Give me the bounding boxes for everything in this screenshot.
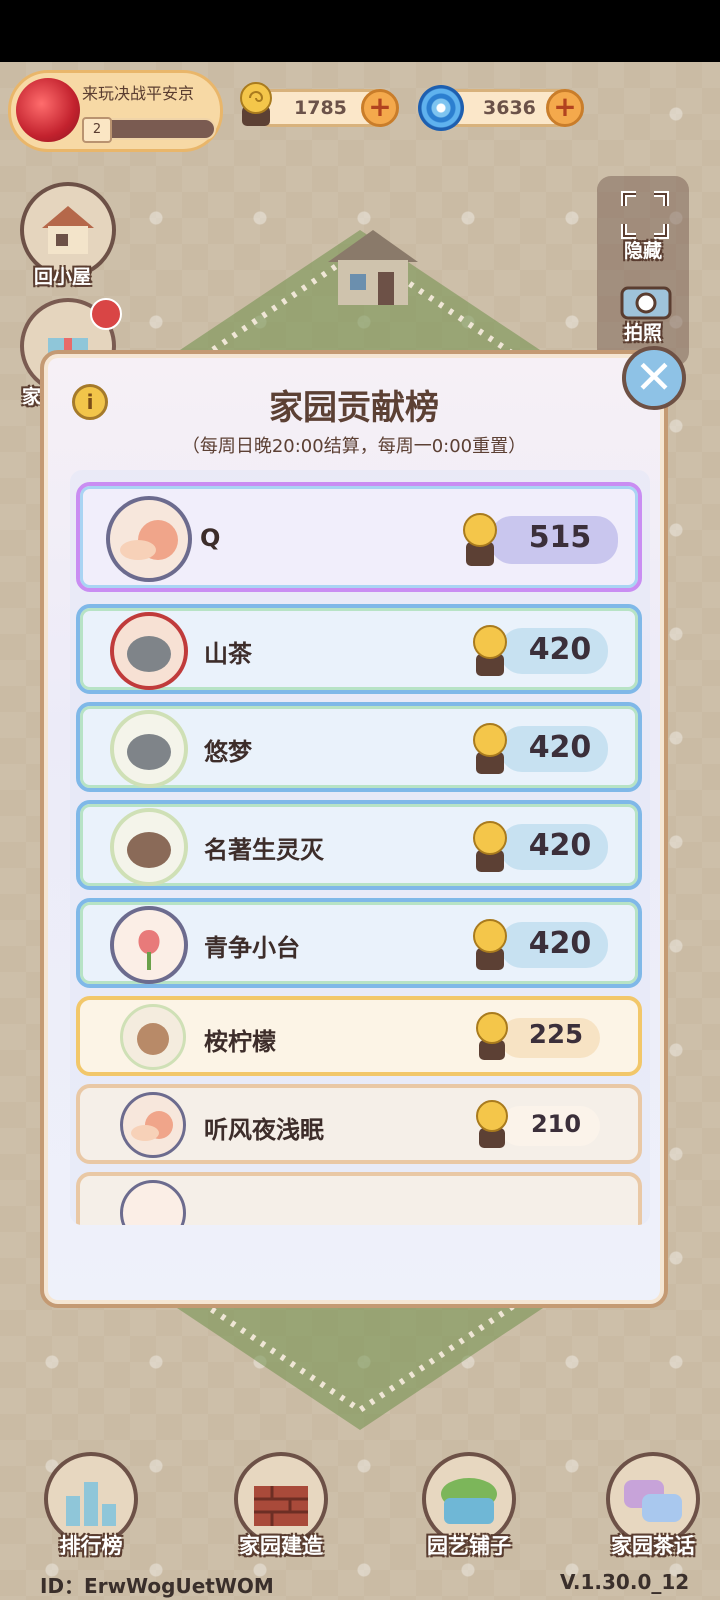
shop-label: 园艺铺子: [427, 1534, 511, 1558]
tulip-avatar: [110, 906, 188, 984]
garden-house: [328, 230, 418, 305]
home-label: 回小屋: [34, 266, 92, 288]
avatar: [120, 1180, 186, 1225]
cat-avatar: [110, 710, 188, 788]
version-label: V.1.30.0_12: [560, 1570, 690, 1594]
snail-coin-icon: [473, 919, 507, 970]
gift-label: 家: [22, 386, 42, 408]
player-name: Q: [200, 524, 221, 552]
leaderboard-row[interactable]: [76, 1172, 642, 1225]
house-icon: [42, 206, 94, 254]
player-name: 青争小台: [204, 934, 300, 962]
build-label: 家园建造: [239, 1534, 323, 1558]
score-value: 420: [528, 632, 592, 667]
hide-icon[interactable]: [620, 190, 670, 240]
leaderboard-list[interactable]: Q 515 山茶 420 悠梦 420 名著生灵灭 420 青争小台 420 桉…: [70, 470, 650, 1225]
player-name: 桉柠檬: [204, 1028, 276, 1056]
leaderboard-row[interactable]: 青争小台 420: [76, 898, 642, 988]
snail-coin-icon: [240, 82, 272, 126]
score-value: 515: [528, 520, 592, 555]
modal-subtitle: （每周日晚20:00结算，每周一0:00重置）: [181, 436, 527, 457]
snail-coin-icon: [463, 513, 497, 566]
player-id: ID：ErwWogUetWOM: [40, 1574, 274, 1598]
event-title: 来玩决战平安京: [82, 84, 195, 103]
player-name: 山茶: [204, 640, 252, 668]
snail-avatar: [106, 496, 192, 582]
snail-coin-icon: [476, 1012, 508, 1060]
cat-avatar: [110, 612, 188, 690]
leaderboard-row[interactable]: 悠梦 420: [76, 702, 642, 792]
snail-coin-icon: [473, 625, 507, 676]
photo-label: 拍照: [624, 322, 663, 344]
close-button[interactable]: ✕: [622, 346, 686, 410]
swirl-coin-icon: [418, 85, 464, 131]
swirl-coin-value: 3636: [483, 97, 536, 119]
add-snail-coin-button[interactable]: +: [361, 89, 399, 127]
leaderboard-row[interactable]: Q 515: [76, 482, 642, 592]
score-value: 225: [528, 1020, 584, 1050]
hide-label: 隐藏: [624, 240, 663, 262]
dog-avatar: [110, 808, 188, 886]
chat-label: 家园茶话: [611, 1534, 695, 1558]
player-name: 听风夜浅眠: [204, 1116, 324, 1144]
add-swirl-coin-button[interactable]: +: [546, 89, 584, 127]
leaderboard-row[interactable]: 听风夜浅眠 210: [76, 1084, 642, 1164]
notification-dot: [90, 298, 122, 330]
snail-coin-icon: [473, 723, 507, 774]
player-name: 名著生灵灭: [204, 836, 324, 864]
rose-icon: [16, 78, 80, 142]
status-bar: [0, 0, 720, 62]
snail-coin-icon: [476, 1100, 508, 1148]
modal-title: 家园贡献榜: [269, 388, 439, 428]
score-value: 420: [528, 730, 592, 765]
snail-avatar: [120, 1092, 186, 1158]
leaderboard-row[interactable]: 桉柠檬 225: [76, 996, 642, 1076]
player-name: 悠梦: [204, 738, 252, 766]
snail-coin-icon: [473, 821, 507, 872]
event-level-badge: 2: [82, 117, 112, 143]
ranking-label: 排行榜: [59, 1534, 123, 1558]
leaderboard-row[interactable]: 山茶 420: [76, 604, 642, 694]
score-value: 420: [528, 828, 592, 863]
snail-coin-value: 1785: [294, 97, 347, 119]
score-value: 210: [530, 1110, 582, 1138]
camera-icon[interactable]: [618, 278, 674, 322]
leaderboard-row[interactable]: 名著生灵灭 420: [76, 800, 642, 890]
bear-avatar: [120, 1004, 186, 1070]
score-value: 420: [528, 926, 592, 961]
